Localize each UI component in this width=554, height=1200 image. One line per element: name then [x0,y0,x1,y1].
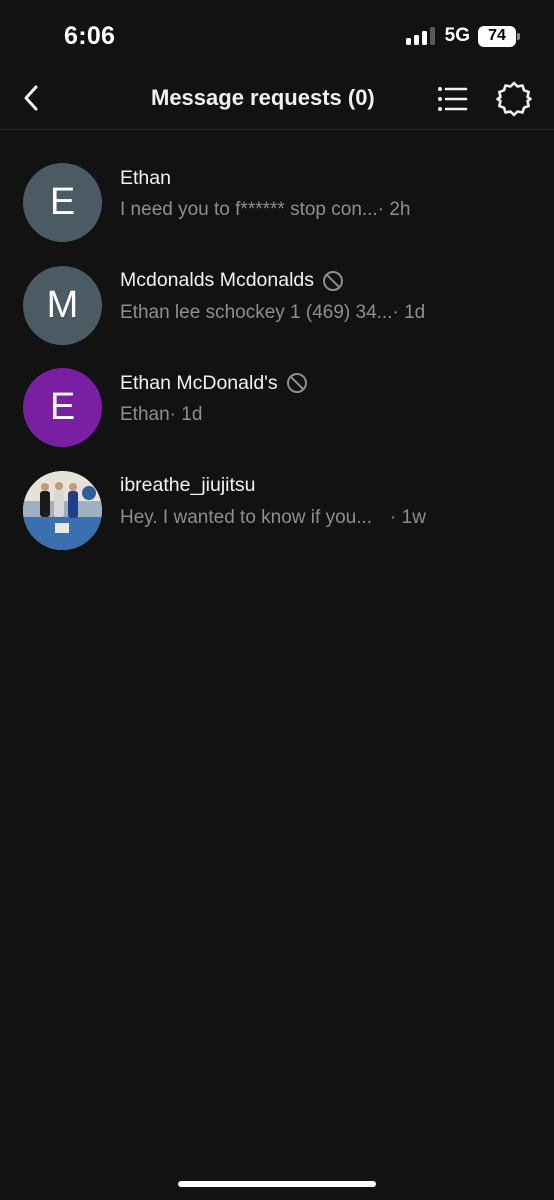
request-name-row: ibreathe_jiujitsu [120,473,524,499]
message-time: · 1w [390,506,426,528]
avatar: M [23,265,102,345]
settings-button[interactable] [495,80,533,118]
request-text: ibreathe_jiujitsu Hey. I wanted to know … [120,473,524,531]
request-text: Ethan I need you to f****** stop con... … [120,165,524,223]
avatar: E [23,368,102,447]
message-preview: Ethan [120,404,170,425]
message-time: · 1d [392,301,426,323]
status-indicators: 5G 74 [405,25,520,47]
request-preview-row: Hey. I wanted to know if you... · 1w [120,505,524,531]
message-time: · 2h [377,199,411,220]
message-preview: Ethan lee schockey 1 (469) 34... [120,301,393,323]
battery-icon: 74 [478,25,520,47]
page-title: Message requests (0) [151,85,375,110]
avatar-letter: E [49,386,76,428]
status-time: 6:06 [64,22,116,50]
gear-icon [496,81,532,117]
message-preview: I need you to f****** stop con... [120,199,378,220]
header: Message requests (0) [0,72,554,130]
sender-name: Mcdonalds Mcdonalds [120,269,315,291]
sender-name: Ethan [120,166,171,189]
profile-photo-icon [23,470,102,550]
request-name-row: Mcdonalds Mcdonalds [120,268,524,294]
sender-name: ibreathe_jiujitsu [120,474,256,496]
message-time: · 1d [169,404,203,425]
screen: 6:06 5G 74 Message requests (0) E Ethan … [0,0,554,1200]
home-indicator[interactable] [178,1181,376,1187]
message-request-list: E Ethan I need you to f****** stop con..… [0,130,554,573]
avatar: E [23,163,102,242]
request-preview-row: Ethan · 1d [120,402,524,428]
request-preview-row: I need you to f****** stop con... · 2h [120,197,524,223]
sender-name: Ethan McDonald's [120,371,278,394]
status-bar: 6:06 5G 74 [0,0,554,72]
request-item[interactable]: E Ethan I need you to f****** stop con..… [0,163,554,266]
list-icon [438,87,468,111]
request-name-row: Ethan [120,165,524,191]
request-text: Ethan McDonald's Ethan · 1d [120,370,524,428]
message-preview: Hey. I wanted to know if you... [120,506,373,528]
filter-list-button[interactable] [434,82,470,116]
request-name-row: Ethan McDonald's [120,370,524,396]
blocked-icon [286,373,307,393]
avatar-photo [23,470,102,550]
request-item[interactable]: E Ethan McDonald's Ethan · 1d [0,368,554,471]
request-item[interactable]: ibreathe_jiujitsu Hey. I wanted to know … [0,470,554,574]
request-item[interactable]: M Mcdonalds Mcdonalds Ethan lee schockey… [0,265,554,369]
request-text: Mcdonalds Mcdonalds Ethan lee schockey 1… [120,268,524,326]
blocked-icon [323,270,344,291]
chevron-left-icon [24,85,38,111]
battery-level: 74 [488,27,506,44]
avatar-letter: M [46,283,79,326]
network-type: 5G [444,25,470,46]
request-preview-row: Ethan lee schockey 1 (469) 34... · 1d [120,300,524,326]
avatar-letter: E [49,181,76,223]
back-button[interactable] [14,80,50,116]
signal-strength-icon [405,27,435,45]
